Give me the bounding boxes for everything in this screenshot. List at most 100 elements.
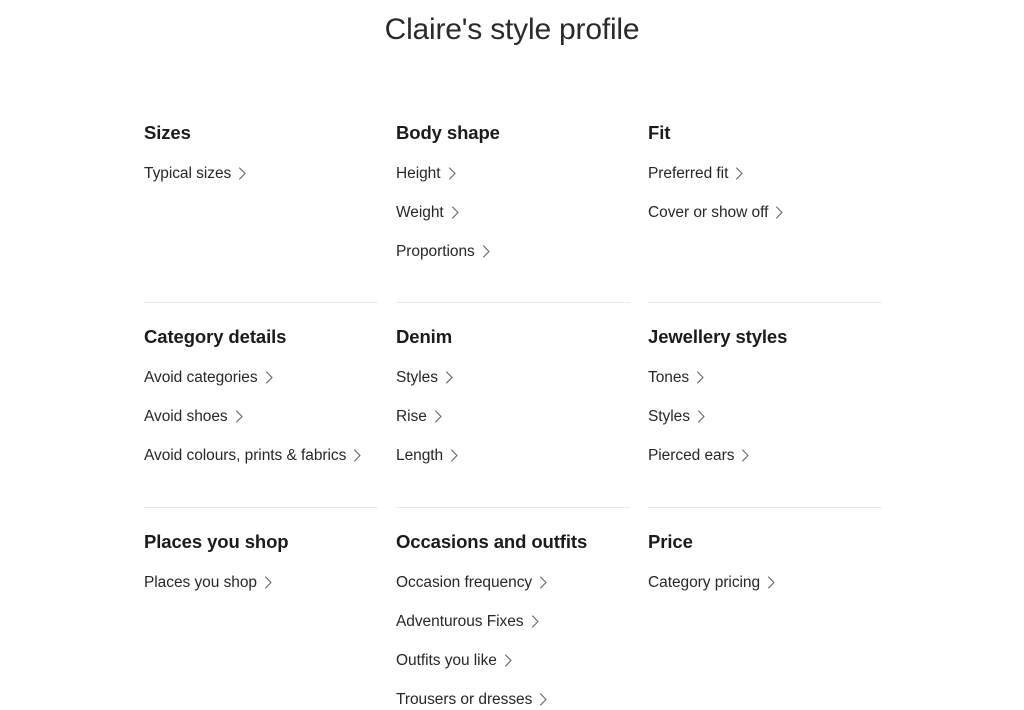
section-link-list: Category pricing xyxy=(648,572,882,593)
profile-link-pierced-ears[interactable]: Pierced ears xyxy=(648,445,750,466)
section-heading: Places you shop xyxy=(144,531,289,552)
page-title: Claire's style profile xyxy=(384,13,640,46)
chevron-right-icon xyxy=(353,449,362,462)
profile-link-outfits-you-like[interactable]: Outfits you like xyxy=(396,650,513,671)
section-row: Places you shop Places you shop Occasion… xyxy=(144,507,883,710)
section-heading: Price xyxy=(648,531,693,552)
link-label: Adventurous Fixes xyxy=(396,613,524,630)
chevron-right-icon xyxy=(482,245,491,258)
section-link-list: Places you shop xyxy=(144,572,378,593)
list-item: Occasion frequency xyxy=(396,572,630,593)
profile-link-rise[interactable]: Rise xyxy=(396,406,443,427)
profile-link-occasion-frequency[interactable]: Occasion frequency xyxy=(396,572,548,593)
section-category-details: Category details Avoid categories Avoid … xyxy=(144,302,378,466)
list-item: Length xyxy=(396,445,630,466)
profile-link-proportions[interactable]: Proportions xyxy=(396,241,491,262)
chevron-right-icon xyxy=(238,167,247,180)
profile-sections-grid: Sizes Typical sizes Body shape Height We… xyxy=(0,50,1024,710)
chevron-right-icon xyxy=(735,167,744,180)
section-jewellery-styles: Jewellery styles Tones Styles Pierced ea… xyxy=(648,302,882,466)
link-label: Category pricing xyxy=(648,574,761,591)
chevron-right-icon xyxy=(767,576,776,589)
section-heading: Occasions and outfits xyxy=(396,531,588,552)
profile-link-weight[interactable]: Weight xyxy=(396,202,460,223)
section-link-list: Avoid categories Avoid shoes Avoid colou… xyxy=(144,367,378,466)
profile-link-denim-styles[interactable]: Styles xyxy=(396,367,454,388)
section-sizes: Sizes Typical sizes xyxy=(144,122,378,262)
section-heading: Fit xyxy=(648,122,671,143)
list-item: Category pricing xyxy=(648,572,882,593)
section-link-list: Styles Rise Length xyxy=(396,367,630,466)
profile-link-avoid-categories[interactable]: Avoid categories xyxy=(144,367,274,388)
link-label: Avoid categories xyxy=(144,369,258,386)
list-item: Adventurous Fixes xyxy=(396,611,630,632)
section-body-shape: Body shape Height Weight Proportions xyxy=(396,122,630,262)
list-item: Styles xyxy=(648,406,882,427)
profile-link-places-you-shop[interactable]: Places you shop xyxy=(144,572,273,593)
chevron-right-icon xyxy=(539,693,548,706)
chevron-right-icon xyxy=(741,449,750,462)
profile-link-category-pricing[interactable]: Category pricing xyxy=(648,572,776,593)
chevron-right-icon xyxy=(539,576,548,589)
link-label: Avoid shoes xyxy=(144,408,228,425)
section-heading: Category details xyxy=(144,326,287,347)
section-link-list: Height Weight Proportions xyxy=(396,163,630,262)
link-label: Rise xyxy=(396,408,427,425)
section-occasions-and-outfits: Occasions and outfits Occasion frequency… xyxy=(396,507,630,710)
link-label: Height xyxy=(396,165,441,182)
list-item: Trousers or dresses xyxy=(396,689,630,710)
link-label: Preferred fit xyxy=(648,165,729,182)
link-label: Weight xyxy=(396,204,444,221)
profile-link-cover-or-show-off[interactable]: Cover or show off xyxy=(648,202,784,223)
chevron-right-icon xyxy=(697,410,706,423)
profile-link-adventurous-fixes[interactable]: Adventurous Fixes xyxy=(396,611,540,632)
link-label: Length xyxy=(396,447,444,464)
profile-link-tones[interactable]: Tones xyxy=(648,367,705,388)
chevron-right-icon xyxy=(434,410,443,423)
list-item: Proportions xyxy=(396,241,630,262)
list-item: Typical sizes xyxy=(144,163,378,184)
profile-link-avoid-colours-prints-fabrics[interactable]: Avoid colours, prints & fabrics xyxy=(144,445,362,466)
section-places-you-shop: Places you shop Places you shop xyxy=(144,507,378,710)
chevron-right-icon xyxy=(445,371,454,384)
chevron-right-icon xyxy=(775,206,784,219)
profile-link-jewellery-styles[interactable]: Styles xyxy=(648,406,706,427)
chevron-right-icon xyxy=(235,410,244,423)
chevron-right-icon xyxy=(531,615,540,628)
profile-link-trousers-or-dresses[interactable]: Trousers or dresses xyxy=(396,689,548,710)
chevron-right-icon xyxy=(265,371,274,384)
list-item: Styles xyxy=(396,367,630,388)
list-item: Cover or show off xyxy=(648,202,882,223)
list-item: Rise xyxy=(396,406,630,427)
section-price: Price Category pricing xyxy=(648,507,882,710)
profile-link-preferred-fit[interactable]: Preferred fit xyxy=(648,163,744,184)
section-link-list: Occasion frequency Adventurous Fixes Out… xyxy=(396,572,630,710)
chevron-right-icon xyxy=(448,167,457,180)
section-denim: Denim Styles Rise Length xyxy=(396,302,630,466)
link-label: Tones xyxy=(648,369,690,386)
link-label: Styles xyxy=(396,369,438,386)
section-heading: Sizes xyxy=(144,122,191,143)
section-row: Category details Avoid categories Avoid … xyxy=(144,302,883,466)
section-link-list: Tones Styles Pierced ears xyxy=(648,367,882,466)
link-label: Places you shop xyxy=(144,574,257,591)
chevron-right-icon xyxy=(264,576,273,589)
list-item: Avoid categories xyxy=(144,367,378,388)
list-item: Tones xyxy=(648,367,882,388)
link-label: Styles xyxy=(648,408,690,425)
section-heading: Denim xyxy=(396,326,453,347)
profile-link-avoid-shoes[interactable]: Avoid shoes xyxy=(144,406,244,427)
profile-link-typical-sizes[interactable]: Typical sizes xyxy=(144,163,247,184)
section-link-list: Typical sizes xyxy=(144,163,378,184)
section-heading: Body shape xyxy=(396,122,500,143)
list-item: Avoid colours, prints & fabrics xyxy=(144,445,378,466)
profile-link-length[interactable]: Length xyxy=(396,445,459,466)
list-item: Avoid shoes xyxy=(144,406,378,427)
list-item: Weight xyxy=(396,202,630,223)
list-item: Places you shop xyxy=(144,572,378,593)
link-label: Typical sizes xyxy=(144,165,232,182)
link-label: Outfits you like xyxy=(396,652,497,669)
chevron-right-icon xyxy=(451,206,460,219)
section-row: Sizes Typical sizes Body shape Height We… xyxy=(144,50,883,262)
profile-link-height[interactable]: Height xyxy=(396,163,457,184)
